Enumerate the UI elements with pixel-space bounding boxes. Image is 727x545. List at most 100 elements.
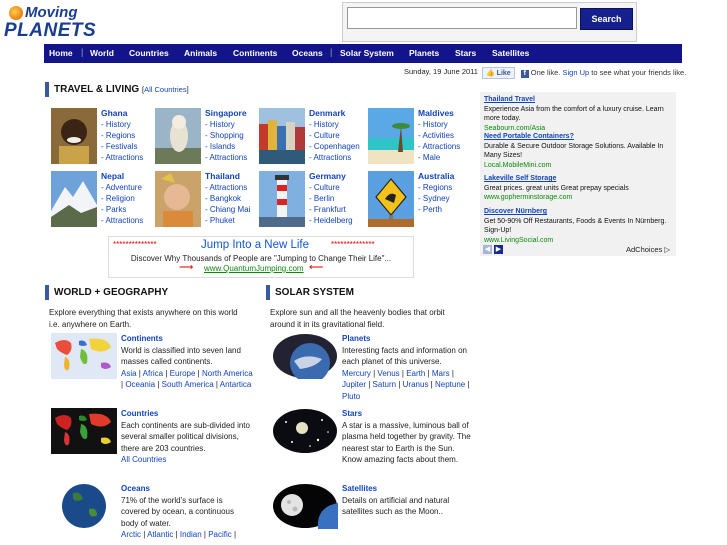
continents-link[interactable]: Continents <box>121 333 253 345</box>
ad-url[interactable]: www.gopherminstorage.com <box>484 193 672 203</box>
country-link[interactable]: - History <box>101 120 131 129</box>
link-africa[interactable]: Africa <box>143 369 163 378</box>
country-link[interactable]: - Attractions <box>418 142 460 151</box>
country-link[interactable]: - Chiang Mai <box>205 205 250 214</box>
banner-url[interactable]: www.QuantumJumping.com <box>204 264 304 273</box>
ad-item[interactable]: Lakeville Self Storage Great prices. gre… <box>484 174 672 203</box>
country-link[interactable]: - Culture <box>309 183 340 192</box>
country-link[interactable]: - Festivals <box>101 142 137 151</box>
satellites-image[interactable] <box>272 483 338 529</box>
country-link[interactable]: - Heidelberg <box>309 216 353 225</box>
ad-url[interactable]: Local.MobileMini.com <box>484 161 672 171</box>
country-name[interactable]: Australia <box>418 171 454 181</box>
link-saturn[interactable]: Saturn <box>373 380 397 389</box>
country-link[interactable]: - Adventure <box>101 183 142 192</box>
country-name[interactable]: Maldives <box>418 108 454 118</box>
link-europe[interactable]: Europe <box>170 369 196 378</box>
link-oceania[interactable]: Oceania <box>125 380 155 389</box>
country-link[interactable]: - Religion <box>101 194 135 203</box>
country-link[interactable]: - Phuket <box>205 216 235 225</box>
continents-map[interactable] <box>51 333 117 379</box>
country-name[interactable]: Singapore <box>205 108 247 118</box>
nav-countries[interactable]: Countries <box>129 48 169 58</box>
link-neptune[interactable]: Neptune <box>435 380 465 389</box>
maldives-photo[interactable] <box>368 108 414 164</box>
facebook-like-button[interactable]: 👍 Like <box>482 67 515 79</box>
countries-map[interactable] <box>51 408 117 454</box>
country-link[interactable]: - Attractions <box>205 183 247 192</box>
ad-item[interactable]: Need Portable Containers? Durable & Secu… <box>484 132 672 170</box>
link-south-america[interactable]: South America <box>162 380 214 389</box>
link-venus[interactable]: Venus <box>377 369 399 378</box>
country-link[interactable]: - Activities <box>418 131 454 140</box>
oceans-link[interactable]: Oceans <box>121 483 253 495</box>
ghana-photo[interactable] <box>51 108 97 164</box>
country-name[interactable]: Denmark <box>309 108 345 118</box>
link-all-countries[interactable]: All Countries <box>121 455 166 464</box>
link-mars[interactable]: Mars <box>432 369 450 378</box>
ad-title[interactable]: Thailand Travel <box>484 95 672 105</box>
nav-satellites[interactable]: Satellites <box>492 48 529 58</box>
country-name[interactable]: Nepal <box>101 171 124 181</box>
country-link[interactable]: - Bangkok <box>205 194 241 203</box>
facebook-signup-link[interactable]: Sign Up <box>562 68 589 77</box>
link-pluto[interactable]: Pluto <box>342 392 360 401</box>
country-name[interactable]: Thailand <box>205 171 240 181</box>
country-link[interactable]: - Berlin <box>309 194 334 203</box>
link-jupiter[interactable]: Jupiter <box>342 380 366 389</box>
country-link[interactable]: - Copenhagen <box>309 142 360 151</box>
country-link[interactable]: - Attractions <box>205 153 247 162</box>
nav-home[interactable]: Home <box>49 48 73 58</box>
australia-photo[interactable] <box>368 171 414 227</box>
country-link[interactable]: - History <box>309 120 339 129</box>
country-link[interactable]: - Attractions <box>309 153 351 162</box>
country-link[interactable]: - Perth <box>418 205 442 214</box>
countries-link[interactable]: Countries <box>121 408 253 420</box>
nav-oceans[interactable]: Oceans <box>292 48 323 58</box>
country-name[interactable]: Ghana <box>101 108 127 118</box>
country-link[interactable]: - Attractions <box>101 153 143 162</box>
link-uranus[interactable]: Uranus <box>403 380 429 389</box>
country-link[interactable]: - Male <box>418 153 440 162</box>
link-north-america[interactable]: North America <box>202 369 253 378</box>
country-link[interactable]: - Attractions <box>101 216 143 225</box>
link-mercury[interactable]: Mercury <box>342 369 371 378</box>
nav-continents[interactable]: Continents <box>233 48 277 58</box>
ad-title[interactable]: Need Portable Containers? <box>484 132 672 142</box>
country-name[interactable]: Germany <box>309 171 346 181</box>
all-countries-link[interactable]: All Countries <box>144 85 187 94</box>
nav-world[interactable]: World <box>90 48 114 58</box>
link-earth[interactable]: Earth <box>406 369 425 378</box>
denmark-photo[interactable] <box>259 108 305 164</box>
planets-link[interactable]: Planets <box>342 333 474 345</box>
ad-item[interactable]: Discover Nürnberg Get 50-90% Off Restaur… <box>484 207 672 245</box>
search-button[interactable]: Search <box>580 8 633 30</box>
country-link[interactable]: - Regions <box>418 183 452 192</box>
country-link[interactable]: - History <box>205 120 235 129</box>
link-pacific[interactable]: Pacific <box>208 530 232 539</box>
link-antartica[interactable]: Antartica <box>220 380 252 389</box>
adchoices-link[interactable]: AdChoices ▷ <box>626 245 670 254</box>
nav-animals[interactable]: Animals <box>184 48 217 58</box>
ad-item[interactable]: Thailand Travel Experience Asia from the… <box>484 95 672 133</box>
country-link[interactable]: - Shopping <box>205 131 244 140</box>
ad-title[interactable]: Discover Nürnberg <box>484 207 672 217</box>
quantum-jumping-banner[interactable]: ************** Jump Into a New Life ****… <box>108 236 414 278</box>
country-link[interactable]: - Culture <box>309 131 340 140</box>
site-logo[interactable]: Moving PLANETS <box>2 0 96 44</box>
country-link[interactable]: - Parks <box>101 205 126 214</box>
ad-prev-icon[interactable]: ◀ <box>483 245 492 254</box>
stars-link[interactable]: Stars <box>342 408 474 420</box>
country-link[interactable]: - Sydney <box>418 194 450 203</box>
link-arctic[interactable]: Arctic <box>121 530 141 539</box>
thailand-photo[interactable] <box>155 171 201 227</box>
satellites-link[interactable]: Satellites <box>342 483 474 495</box>
ad-next-icon[interactable]: ▶ <box>494 245 503 254</box>
ad-title[interactable]: Lakeville Self Storage <box>484 174 672 184</box>
search-input[interactable] <box>347 7 577 29</box>
country-link[interactable]: - Frankfurt <box>309 205 346 214</box>
link-indian[interactable]: Indian <box>180 530 202 539</box>
ad-url[interactable]: www.LivingSocial.com <box>484 236 672 246</box>
nav-solar-system[interactable]: Solar System <box>340 48 394 58</box>
planets-image[interactable] <box>272 333 338 379</box>
